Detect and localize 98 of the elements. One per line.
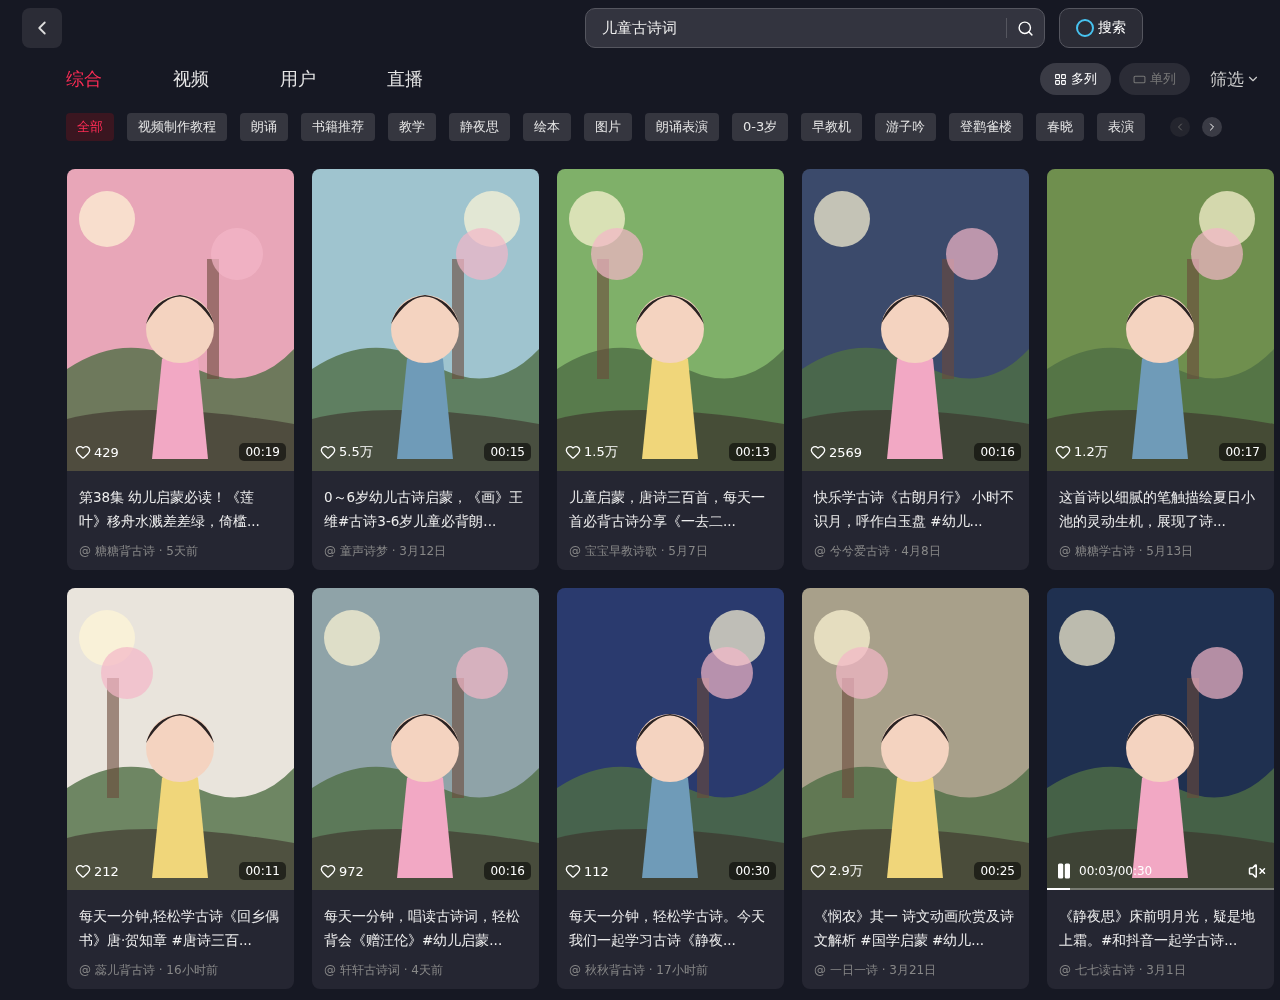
post-time: · 5月13日	[1138, 544, 1194, 558]
post-time: · 5月7日	[660, 544, 708, 558]
duration: 00:11	[239, 862, 286, 880]
video-card[interactable]: 112 00:30 每天一分钟，轻松学古诗。今天我们一起学习古诗《静夜... @ 秋秋背古诗 · 17小时前	[557, 588, 784, 989]
video-card[interactable]: 429 00:19 第38集 幼儿启蒙必读！《莲叶》移舟水溅差差绿，倚槛... @ 糖糖背古诗 · 5天前	[67, 169, 294, 570]
author-name[interactable]: @ 七七读古诗	[1059, 963, 1135, 977]
ai-search-button[interactable]: 搜索	[1059, 8, 1143, 48]
mute-icon[interactable]	[1248, 862, 1266, 880]
author-name[interactable]: @ 兮兮爱古诗	[814, 544, 890, 558]
tag-chip[interactable]: 游子吟	[875, 113, 937, 141]
tag-chip[interactable]: 春晓	[1036, 113, 1085, 141]
search-icon	[1017, 19, 1034, 37]
author-name[interactable]: @ 童声诗梦	[324, 544, 388, 558]
tag-chip[interactable]: 早教机	[801, 113, 863, 141]
duration: 00:16	[974, 443, 1021, 461]
layout-toggle[interactable]: 多列	[1040, 63, 1111, 95]
author-name[interactable]: @ 轩轩古诗词	[324, 963, 400, 977]
tag-chip[interactable]: 教学	[388, 113, 436, 141]
tag-chip[interactable]: 静夜思	[449, 113, 510, 141]
tab[interactable]: 用户	[280, 67, 316, 91]
video-title: 这首诗以细腻的笔触描绘夏日小池的灵动生机，展现了诗...	[1058, 488, 1256, 531]
heart-icon	[75, 444, 91, 460]
tab[interactable]: 视频	[173, 67, 209, 91]
search-button[interactable]	[1006, 18, 1034, 38]
video-title: 儿童启蒙，唐诗三百首，每天一首必背古诗分享《一去二...	[568, 488, 766, 531]
author-name[interactable]: @ 一日一诗	[814, 963, 878, 977]
like-count: 5.5万	[320, 443, 373, 461]
post-time: · 3月1日	[1138, 963, 1186, 977]
duration: 00:16	[484, 862, 531, 880]
video-title: 《悯农》其一 诗文动画欣赏及诗文解析 #国学启蒙 #幼儿...	[813, 907, 1016, 950]
like-count: 112	[565, 863, 609, 879]
heart-icon	[810, 863, 826, 879]
scroll-right-button[interactable]	[1202, 117, 1223, 137]
tag-chip[interactable]: 0-3岁	[732, 113, 789, 141]
post-time: · 3月21日	[881, 963, 937, 977]
heart-icon	[320, 444, 336, 460]
video-title: 每天一分钟,轻松学古诗《回乡偶书》唐·贺知章 #唐诗三百...	[78, 907, 281, 950]
ai-icon	[1076, 19, 1094, 37]
video-title: 0～6岁幼儿古诗启蒙，《画》王维#古诗3-6岁儿童必背朗...	[323, 488, 525, 531]
like-count: 1.2万	[1055, 443, 1108, 461]
author-name[interactable]: @ 糖糖背古诗	[79, 544, 155, 558]
video-card[interactable]: 2.9万 00:25 《悯农》其一 诗文动画欣赏及诗文解析 #国学启蒙 #幼儿... @ 一日一诗 · 3月21日	[802, 588, 1029, 989]
tag-chip[interactable]: 绘本	[523, 113, 571, 141]
like-count: 2.9万	[810, 862, 863, 880]
post-time: · 4天前	[403, 963, 443, 977]
video-title: 快乐学古诗《古朗月行》 小时不识月，呼作白玉盘 #幼儿...	[812, 488, 1016, 531]
tag-chip[interactable]: 视频制作教程	[127, 113, 227, 141]
video-title: 每天一分钟，唱读古诗词，轻松背会《赠汪伦》#幼儿启蒙...	[323, 907, 521, 950]
like-count: 972	[320, 863, 364, 879]
author-name[interactable]: @ 宝宝早教诗歌	[569, 544, 657, 558]
tab[interactable]: 直播	[387, 67, 423, 91]
tag-chip[interactable]: 全部	[66, 113, 114, 141]
post-time: · 5天前	[158, 544, 198, 558]
author-name[interactable]: @ 糖糖学古诗	[1059, 544, 1135, 558]
video-title: 《静夜思》床前明月光，疑是地上霜。#和抖音一起学古诗...	[1058, 907, 1256, 950]
video-title: 每天一分钟，轻松学古诗。今天我们一起学习古诗《静夜...	[568, 907, 766, 950]
video-title: 第38集 幼儿启蒙必读！《莲叶》移舟水溅差差绿，倚槛...	[78, 488, 261, 531]
post-time: · 16小时前	[158, 963, 218, 977]
video-card[interactable]: 972 00:16 每天一分钟，唱读古诗词，轻松背会《赠汪伦》#幼儿启蒙... @ 轩轩古诗词 · 4天前	[312, 588, 539, 989]
tag-chip[interactable]: 朗诵表演	[645, 113, 719, 141]
heart-icon	[565, 863, 581, 879]
grid-icon	[1054, 72, 1067, 86]
author-name[interactable]: @ 蕊儿背古诗	[79, 963, 155, 977]
tag-chip[interactable]: 表演	[1097, 113, 1146, 141]
video-card[interactable]: 212 00:11 每天一分钟,轻松学古诗《回乡偶书》唐·贺知章 #唐诗三百... @ 蕊儿背古诗 · 16小时前	[67, 588, 294, 989]
duration: 00:13	[729, 443, 776, 461]
video-card[interactable]: 5.5万 00:15 0～6岁幼儿古诗启蒙，《画》王维#古诗3-6岁儿童必背朗... @ 童声诗梦 · 3月12日	[312, 169, 539, 570]
duration: 00:25	[974, 862, 1021, 880]
author-name[interactable]: @ 秋秋背古诗	[569, 963, 645, 977]
heart-icon	[320, 863, 336, 879]
duration: 00:15	[484, 443, 531, 461]
duration: 00:19	[239, 443, 286, 461]
heart-icon	[75, 863, 91, 879]
heart-icon	[565, 444, 581, 460]
duration: 00:30	[729, 862, 776, 880]
post-time: · 3月12日	[391, 544, 447, 558]
post-time: · 4月8日	[893, 544, 941, 558]
duration: 00:17	[1219, 443, 1266, 461]
pause-icon[interactable]	[1055, 862, 1073, 880]
video-card[interactable]: 1.5万 00:13 儿童启蒙，唐诗三百首，每天一首必背古诗分享《一去二... @ 宝宝早教诗歌 · 5月7日	[557, 169, 784, 570]
tag-chip[interactable]: 登鹳雀楼	[949, 113, 1024, 141]
tab[interactable]: 综合	[66, 67, 102, 91]
like-count: 1.5万	[565, 443, 618, 461]
video-card[interactable]: 2569 00:16 快乐学古诗《古朗月行》 小时不识月，呼作白玉盘 #幼儿... @ 兮兮爱古诗 · 4月8日	[802, 169, 1029, 570]
tag-chip[interactable]: 图片	[584, 113, 632, 141]
like-count: 429	[75, 444, 119, 460]
tag-chip[interactable]: 书籍推荐	[301, 113, 375, 141]
video-card[interactable]: 1.2万 00:17 这首诗以细腻的笔触描绘夏日小池的灵动生机，展现了诗... @ 糖糖学古诗 · 5月13日	[1047, 169, 1274, 570]
back-button[interactable]	[22, 8, 62, 48]
like-count: 2569	[810, 444, 863, 460]
post-time: · 17小时前	[648, 963, 708, 977]
tag-chip[interactable]: 朗诵	[240, 113, 288, 141]
like-count: 212	[75, 863, 119, 879]
heart-icon	[810, 444, 826, 460]
filter-button[interactable]: 筛选	[1204, 66, 1266, 92]
heart-icon	[1055, 444, 1071, 460]
search-bar[interactable]: 儿童古诗词	[585, 8, 1045, 48]
search-field[interactable]: 儿童古诗词	[600, 18, 1006, 38]
